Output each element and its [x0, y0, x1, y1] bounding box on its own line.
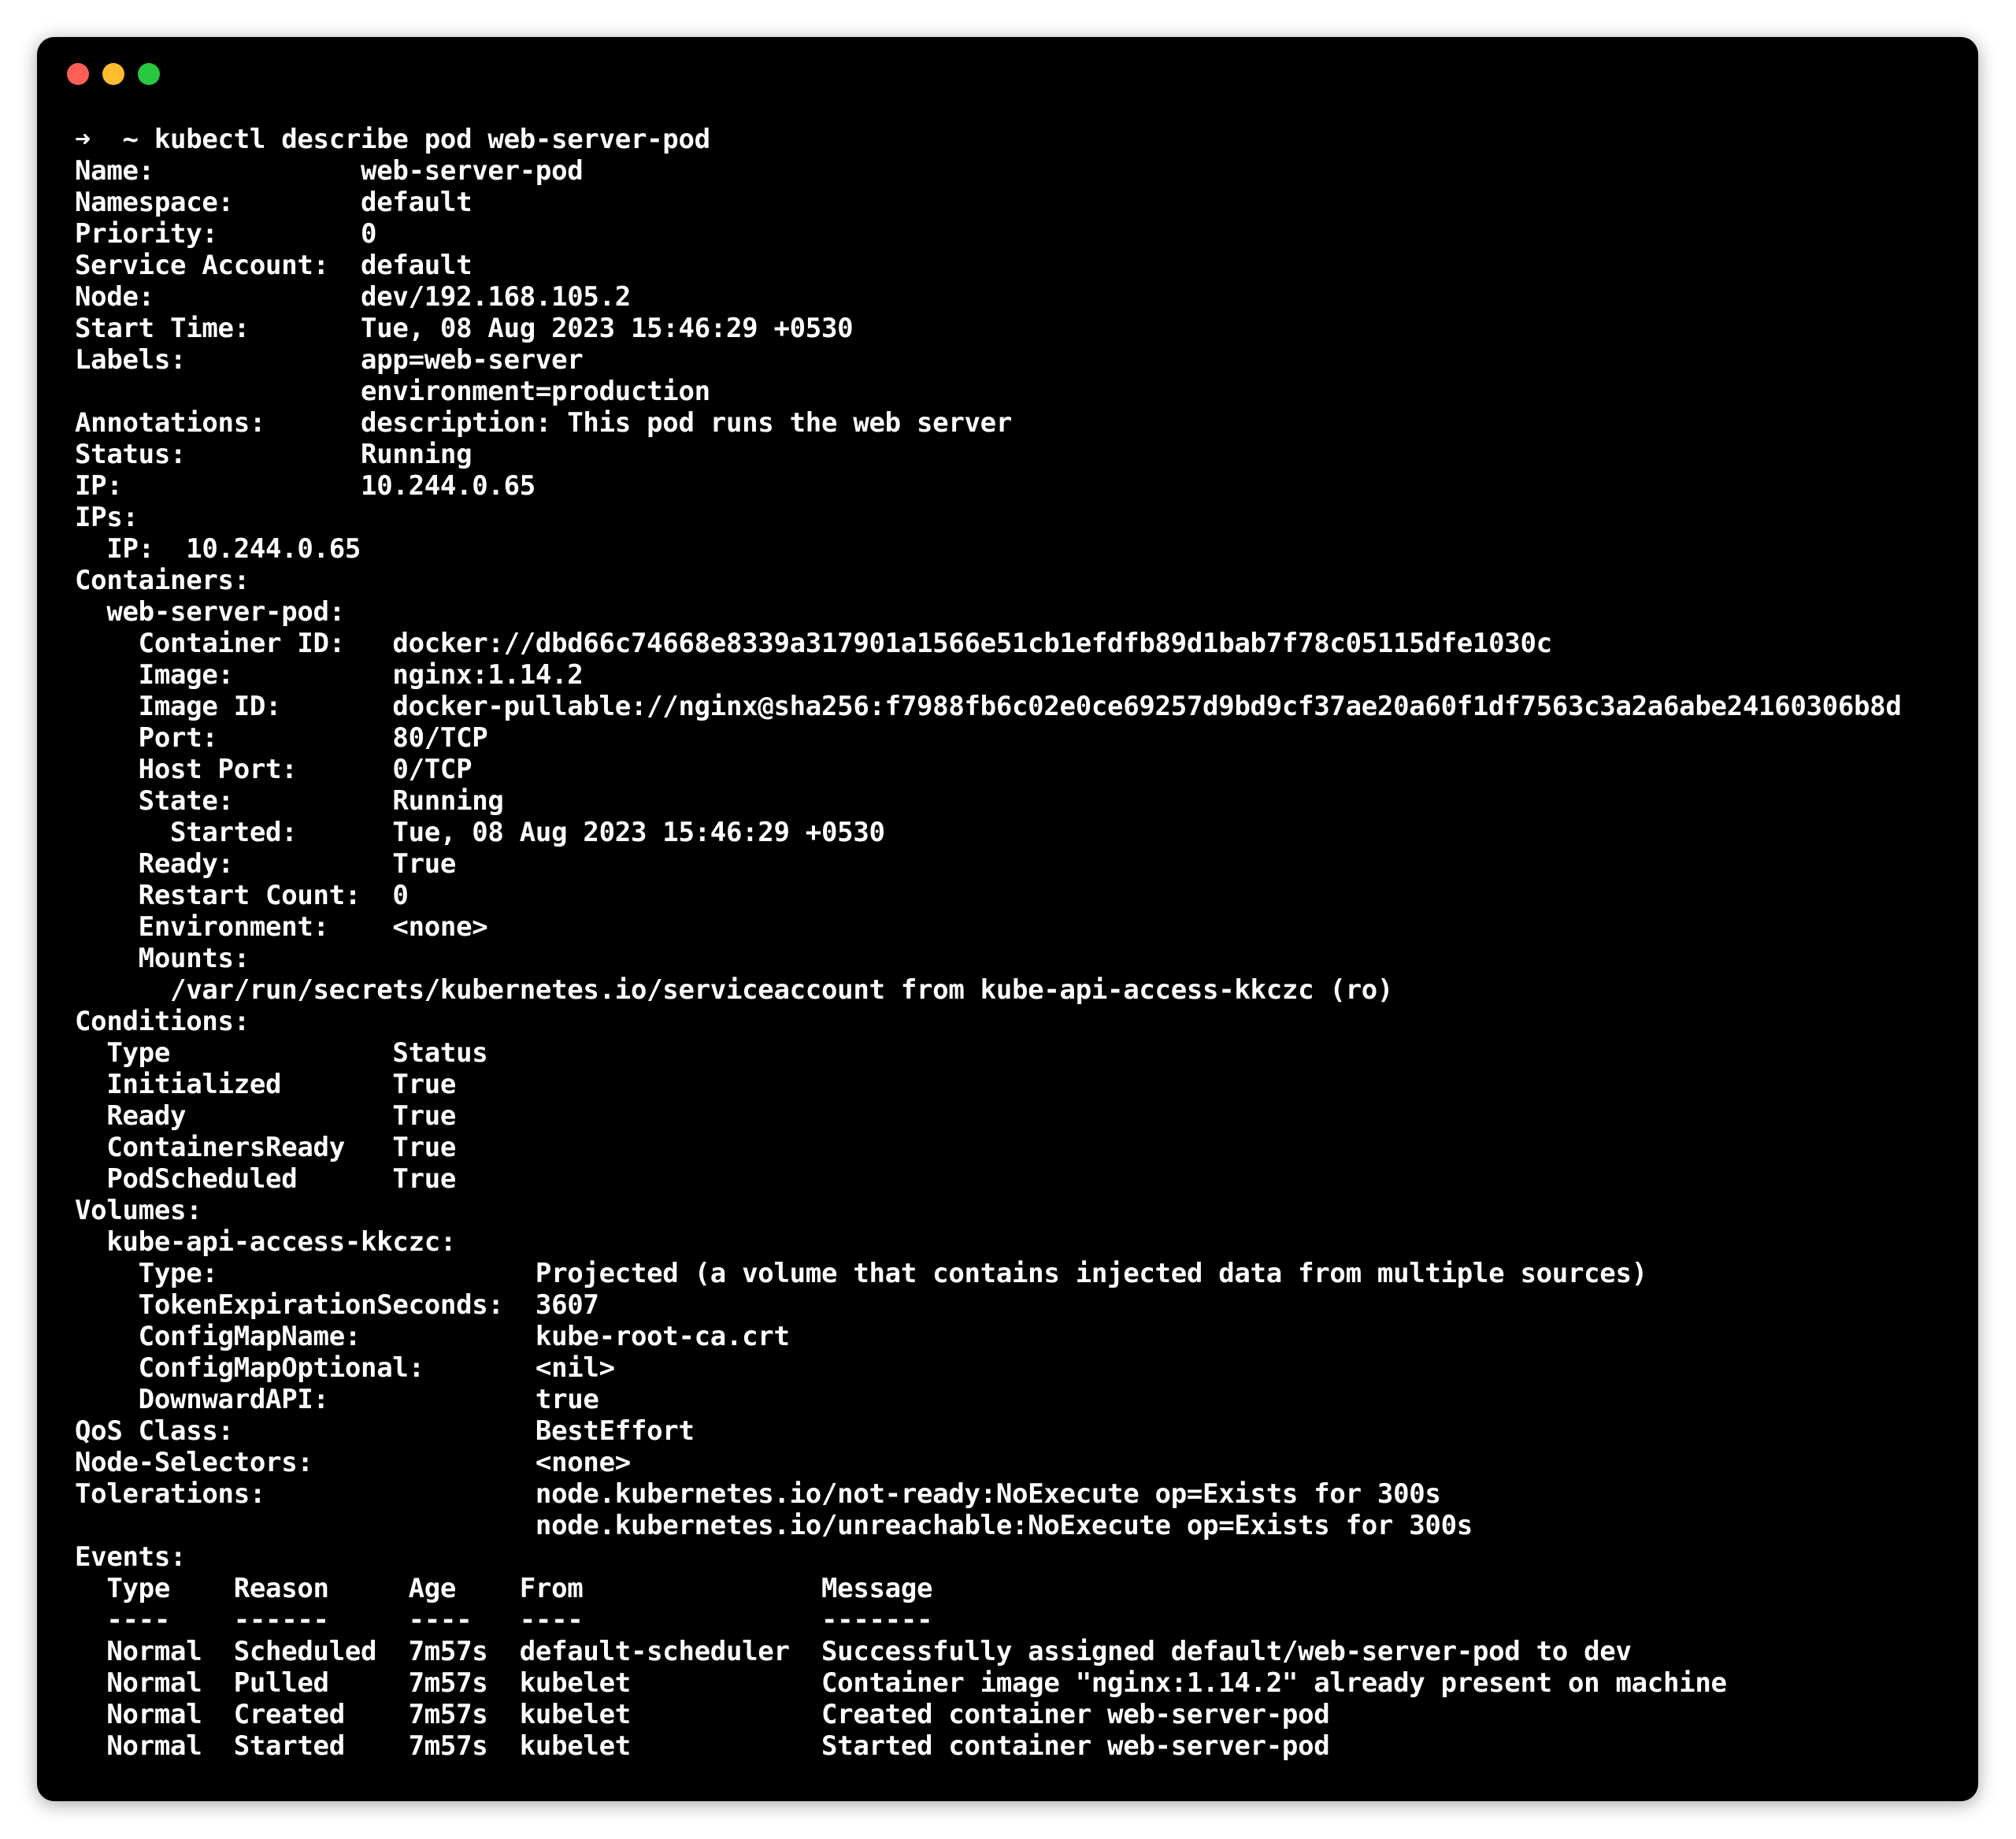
output-line: Port: 80/TCP: [75, 722, 488, 754]
output-line: kube-api-access-kkczc:: [75, 1226, 457, 1258]
output-line: IP: 10.244.0.65: [75, 470, 536, 502]
output-line: Host Port: 0/TCP: [75, 754, 472, 785]
output-line: Status: Running: [75, 439, 472, 470]
output-line: IPs:: [75, 502, 139, 533]
output-line: Type Reason Age From Message: [75, 1573, 933, 1604]
output-line: Volumes:: [75, 1195, 202, 1226]
minimize-button[interactable]: [102, 63, 124, 85]
output-line: Service Account: default: [75, 250, 472, 281]
output-line: Node-Selectors: <none>: [75, 1447, 631, 1478]
terminal-output[interactable]: ➜ ~ kubectl describe pod web-server-pod N…: [75, 124, 1902, 1762]
output-line: Type: Projected (a volume that contains …: [75, 1258, 1647, 1289]
output-line: QoS Class: BestEffort: [75, 1415, 695, 1447]
output-line: Start Time: Tue, 08 Aug 2023 15:46:29 +0…: [75, 313, 854, 344]
output-line: Conditions:: [75, 1006, 250, 1037]
output-line: Normal Started 7m57s kubelet Started con…: [75, 1730, 1330, 1762]
output-line: Events:: [75, 1541, 187, 1573]
output-line: IP: 10.244.0.65: [75, 533, 361, 565]
output-line: Normal Created 7m57s kubelet Created con…: [75, 1699, 1330, 1730]
output-line: ContainersReady True: [75, 1132, 457, 1163]
output-line: Tolerations: node.kubernetes.io/not-read…: [75, 1478, 1441, 1510]
output-line: Ready True: [75, 1100, 457, 1132]
output-line: environment=production: [75, 376, 710, 407]
terminal-window: ➜ ~ kubectl describe pod web-server-pod N…: [37, 37, 1978, 1801]
output-line: Container ID: docker://dbd66c74668e8339a…: [75, 628, 1552, 659]
output-line: Image: nginx:1.14.2: [75, 659, 584, 691]
maximize-button[interactable]: [138, 63, 160, 85]
output-line: Restart Count: 0: [75, 880, 409, 911]
output-line: State: Running: [75, 785, 504, 817]
output-line: Initialized True: [75, 1069, 457, 1100]
output-line: Containers:: [75, 565, 250, 596]
output-line: Labels: app=web-server: [75, 344, 584, 376]
output-line: Normal Pulled 7m57s kubelet Container im…: [75, 1667, 1727, 1699]
output-line: Mounts:: [75, 943, 250, 974]
output-line: ConfigMapOptional: <nil>: [75, 1352, 615, 1384]
output-line: Type Status: [75, 1037, 488, 1069]
command-line: ➜ ~ kubectl describe pod web-server-pod: [75, 124, 710, 155]
output-line: Namespace: default: [75, 187, 472, 218]
output-line: Name: web-server-pod: [75, 155, 584, 187]
output-line: Environment: <none>: [75, 911, 488, 943]
output-line: Normal Scheduled 7m57s default-scheduler…: [75, 1636, 1632, 1667]
output-line: Started: Tue, 08 Aug 2023 15:46:29 +0530: [75, 817, 885, 848]
output-line: PodScheduled True: [75, 1163, 457, 1195]
output-line: Image ID: docker-pullable://nginx@sha256…: [75, 691, 1902, 722]
output-line: ConfigMapName: kube-root-ca.crt: [75, 1321, 790, 1352]
output-line: TokenExpirationSeconds: 3607: [75, 1289, 599, 1321]
output-line: Priority: 0: [75, 218, 377, 250]
close-button[interactable]: [67, 63, 89, 85]
window-controls: [67, 63, 160, 85]
output-line: Annotations: description: This pod runs …: [75, 407, 1013, 439]
output-line: DownwardAPI: true: [75, 1384, 599, 1415]
output-line: /var/run/secrets/kubernetes.io/serviceac…: [75, 974, 1394, 1006]
output-line: node.kubernetes.io/unreachable:NoExecute…: [75, 1510, 1473, 1541]
output-line: Node: dev/192.168.105.2: [75, 281, 631, 313]
output-line: Ready: True: [75, 848, 457, 880]
output-line: web-server-pod:: [75, 596, 345, 628]
output-line: ---- ------ ---- ---- -------: [75, 1604, 933, 1636]
